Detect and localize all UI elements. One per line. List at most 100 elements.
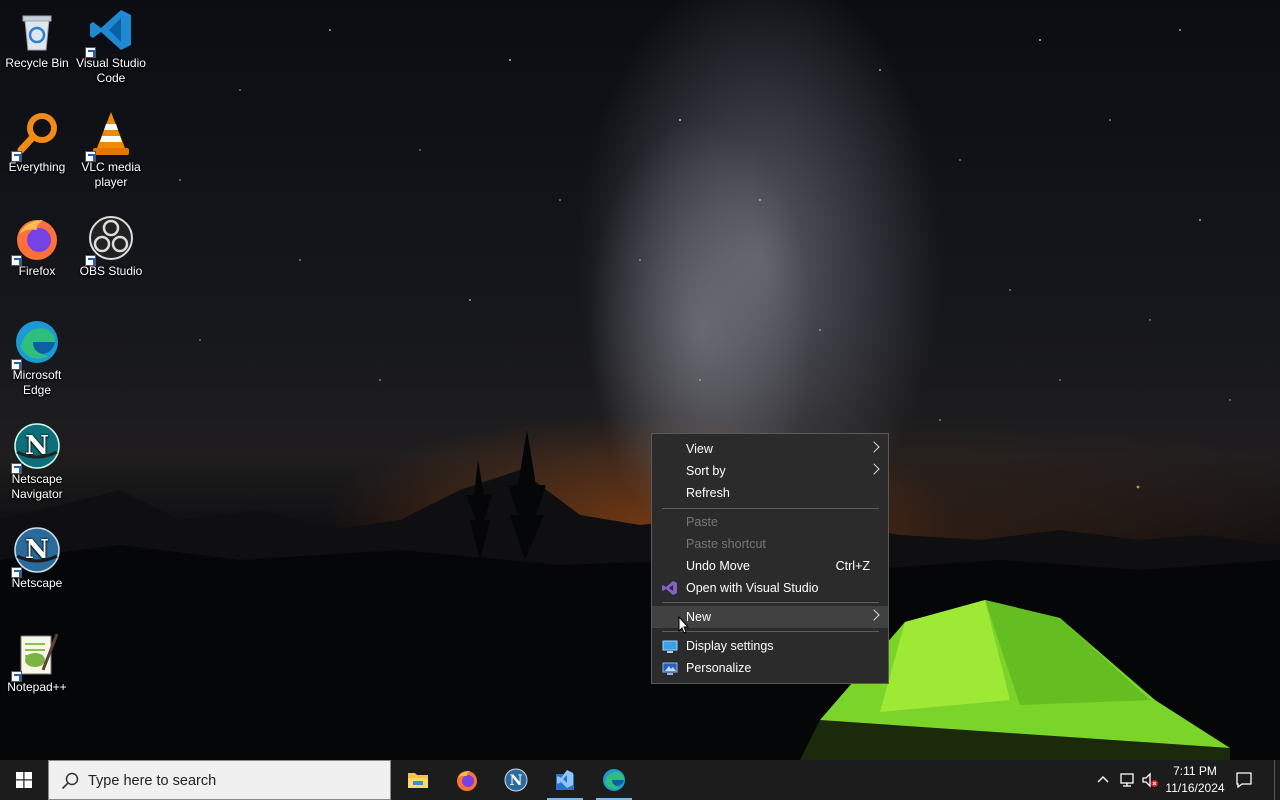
- everything-magnifier-icon: [11, 110, 61, 162]
- svg-text:N: N: [510, 773, 523, 789]
- file-explorer-icon: [408, 773, 428, 788]
- desktop-icon-label: OBS Studio: [79, 264, 143, 278]
- desktop-icon-label-line2: Edge: [22, 383, 52, 397]
- menu-item-label: Sort by: [686, 464, 726, 478]
- recycle-bin-icon: [13, 6, 61, 54]
- menu-item-paste[interactable]: Paste: [652, 511, 888, 533]
- windows-logo-icon: [16, 772, 32, 788]
- desktop-icon-label-line2: Navigator: [11, 487, 63, 501]
- desktop-context-menu: View Sort by Refresh Paste Paste shortcu…: [651, 433, 889, 684]
- taskbar-visual-studio-installer[interactable]: [541, 760, 589, 800]
- menu-item-label: View: [686, 442, 713, 456]
- menu-item-display-settings[interactable]: Display settings: [652, 635, 888, 657]
- chevron-right-icon: [868, 463, 880, 475]
- menu-item-undo-move[interactable]: Undo Move Ctrl+Z: [652, 555, 888, 577]
- show-desktop-button[interactable]: [1274, 760, 1280, 800]
- desktop-icon-label-line2: Code: [96, 71, 126, 85]
- firefox-icon: [457, 771, 477, 791]
- menu-item-personalize[interactable]: Personalize: [652, 657, 888, 679]
- taskbar: Type here to search N 7:11 PM 11/16/2024: [0, 760, 1280, 800]
- menu-item-label: Personalize: [686, 661, 752, 675]
- desktop-icon-label: Netscape: [11, 576, 63, 590]
- obs-icon: [85, 214, 135, 266]
- menu-separator: [662, 631, 879, 632]
- vscode-icon: [85, 6, 135, 58]
- shortcut-arrow-icon: [11, 567, 22, 578]
- desktop-icon-everything[interactable]: Everything: [0, 104, 74, 175]
- taskbar-file-explorer[interactable]: [394, 760, 442, 800]
- menu-item-label: Open with Visual Studio: [686, 581, 819, 595]
- menu-item-refresh[interactable]: Refresh: [652, 482, 888, 504]
- shortcut-arrow-icon: [11, 151, 22, 162]
- taskbar-edge[interactable]: [590, 760, 638, 800]
- shortcut-arrow-icon: [85, 47, 96, 58]
- chevron-up-icon[interactable]: [1094, 771, 1112, 789]
- shortcut-arrow-icon: [11, 671, 22, 682]
- desktop-icon-obs[interactable]: OBS Studio: [74, 208, 148, 279]
- netscape-navigator-icon: N: [11, 422, 61, 474]
- visual-studio-installer-icon: [556, 770, 574, 790]
- shortcut-arrow-icon: [11, 255, 22, 266]
- menu-item-paste-shortcut[interactable]: Paste shortcut: [652, 533, 888, 555]
- shortcut-arrow-icon: [85, 151, 96, 162]
- netscape-icon: N: [504, 768, 528, 792]
- desktop-icon-vscode[interactable]: Visual Studio Code: [74, 0, 148, 86]
- desktop-icon-label: VLC media: [81, 160, 141, 174]
- edge-icon: [11, 318, 61, 370]
- desktop-icon-label: Notepad++: [7, 680, 67, 694]
- mouse-cursor-icon: [678, 616, 690, 634]
- desktop-icon-label: Firefox: [18, 264, 56, 278]
- menu-item-label: Undo Move: [686, 559, 750, 573]
- edge-icon: [603, 769, 625, 791]
- desktop-icon-label: Recycle Bin: [5, 56, 69, 70]
- shortcut-arrow-icon: [11, 463, 22, 474]
- desktop-icon-label: Microsoft: [12, 368, 62, 382]
- visual-studio-icon: [662, 580, 678, 596]
- shortcut-arrow-icon: [11, 359, 22, 370]
- personalize-icon: [662, 660, 678, 676]
- search-placeholder: Type here to search: [88, 773, 217, 789]
- taskbar-search-box[interactable]: Type here to search: [48, 760, 391, 800]
- taskbar-firefox[interactable]: [443, 760, 491, 800]
- network-icon[interactable]: [1118, 771, 1136, 789]
- menu-item-view[interactable]: View: [652, 438, 888, 460]
- desktop-icon-notepadpp[interactable]: Notepad++: [0, 624, 74, 695]
- taskbar-clock[interactable]: 7:11 PM 11/16/2024: [1160, 763, 1230, 797]
- menu-item-shortcut: Ctrl+Z: [835, 559, 870, 573]
- taskbar-netscape[interactable]: N: [492, 760, 540, 800]
- desktop-icon-vlc[interactable]: VLC media player: [74, 104, 148, 190]
- desktop-icon-label-line2: player: [94, 175, 128, 189]
- desktop-icon-netscape[interactable]: N Netscape: [0, 520, 74, 591]
- desktop-icon-label: Everything: [8, 160, 66, 174]
- desktop-icon-recycle-bin[interactable]: Recycle Bin: [0, 0, 74, 71]
- menu-item-sort-by[interactable]: Sort by: [652, 460, 888, 482]
- firefox-icon: [11, 214, 61, 266]
- clock-date: 11/16/2024: [1165, 781, 1225, 795]
- search-icon: [61, 772, 79, 790]
- desktop-icon-label: Visual Studio: [76, 56, 146, 70]
- desktop-wallpaper[interactable]: [0, 0, 1280, 760]
- menu-separator: [662, 508, 879, 509]
- menu-item-label: Paste: [686, 515, 718, 529]
- chevron-right-icon: [868, 609, 880, 621]
- vlc-cone-icon: [85, 110, 135, 162]
- desktop-icon-edge[interactable]: Microsoft Edge: [0, 312, 74, 398]
- volume-muted-icon[interactable]: [1141, 771, 1159, 789]
- display-settings-icon: [662, 638, 678, 654]
- action-center-icon[interactable]: [1234, 770, 1254, 790]
- start-button[interactable]: [0, 760, 48, 800]
- menu-separator: [662, 602, 879, 603]
- desktop-icon-firefox[interactable]: Firefox: [0, 208, 74, 279]
- netscape-icon: N: [11, 526, 61, 578]
- menu-item-label: Display settings: [686, 639, 774, 653]
- menu-item-label: Refresh: [686, 486, 730, 500]
- desktop-icon-label: Netscape: [11, 472, 63, 486]
- notepadpp-icon: [11, 630, 61, 682]
- wallpaper-scene: [0, 29, 1280, 760]
- shortcut-arrow-icon: [85, 255, 96, 266]
- menu-item-label: Paste shortcut: [686, 537, 766, 551]
- menu-item-open-with-visual-studio[interactable]: Open with Visual Studio: [652, 577, 888, 599]
- clock-time: 7:11 PM: [1173, 764, 1217, 778]
- chevron-right-icon: [868, 441, 880, 453]
- desktop-icon-netscape-navigator[interactable]: N Netscape Navigator: [0, 416, 74, 502]
